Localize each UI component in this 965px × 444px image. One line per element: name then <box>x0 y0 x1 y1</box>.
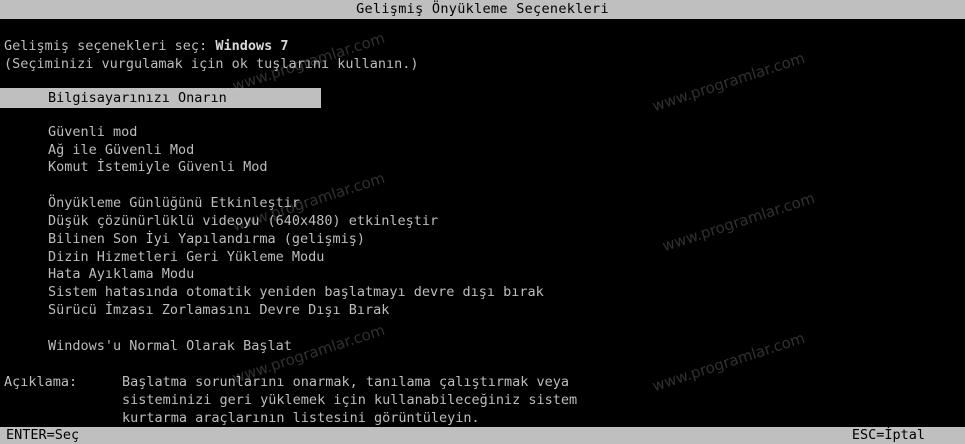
menu-item-low-resolution-video[interactable]: Düşük çözünürlüklü videoyu (640x480) etk… <box>48 213 438 230</box>
description-line: kurtarma araçlarının listesini görüntüle… <box>122 410 480 426</box>
menu-item-boot-logging[interactable]: Önyükleme Günlüğünü Etkinleştir <box>48 195 300 212</box>
menu-item-label: Bilgisayarınızı Onarın <box>48 90 227 106</box>
menu-item-safe-mode-networking[interactable]: Ağ ile Güvenli Mod <box>48 142 194 159</box>
os-prompt-label: Gelişmiş seçenekleri seç: <box>4 38 216 54</box>
menu-item-repair-computer[interactable]: Bilgisayarınızı Onarın <box>0 88 321 108</box>
description-line: Başlatma sorunlarını onarmak, tanılama ç… <box>122 374 570 390</box>
watermark: www.programlar.com <box>650 328 807 396</box>
menu-item-start-normally[interactable]: Windows'u Normal Olarak Başlat <box>48 338 292 355</box>
menu-item-safe-mode-command-prompt[interactable]: Komut İstemiyle Güvenli Mod <box>48 159 267 176</box>
menu-item-disable-driver-signature[interactable]: Sürücü İmzası Zorlamasını Devre Dışı Bır… <box>48 302 389 319</box>
menu-item-directory-services-restore[interactable]: Dizin Hizmetleri Geri Yükleme Modu <box>48 249 324 266</box>
menu-item-disable-auto-restart[interactable]: Sistem hatasında otomatik yeniden başlat… <box>48 284 544 301</box>
os-name: Windows 7 <box>215 38 289 54</box>
menu-item-safe-mode[interactable]: Güvenli mod <box>48 124 137 141</box>
description-line: sisteminizi geri yüklemek için kullanabi… <box>122 392 578 408</box>
os-prompt: Gelişmiş seçenekleri seç: Windows 7 <box>4 38 288 55</box>
escape-hint: ESC=İptal <box>851 427 925 443</box>
screen-title: Gelişmiş Önyükleme Seçenekleri <box>0 0 965 19</box>
enter-hint: ENTER=Seç <box>6 427 80 443</box>
boot-options-screen: Gelişmiş Önyükleme Seçenekleri Gelişmiş … <box>0 0 965 444</box>
description-label: Açıklama: <box>4 374 86 390</box>
instruction-text: (Seçiminizi vurgulamak için ok tuşlarını… <box>4 56 419 72</box>
menu-item-last-known-good[interactable]: Bilinen Son İyi Yapılandırma (gelişmiş) <box>48 231 365 248</box>
watermark: www.programlar.com <box>660 188 817 256</box>
menu-item-debugging-mode[interactable]: Hata Ayıklama Modu <box>48 266 194 283</box>
watermark: www.programlar.com <box>650 48 807 116</box>
footer-bar: ENTER=Seç ESC=İptal <box>0 427 965 444</box>
